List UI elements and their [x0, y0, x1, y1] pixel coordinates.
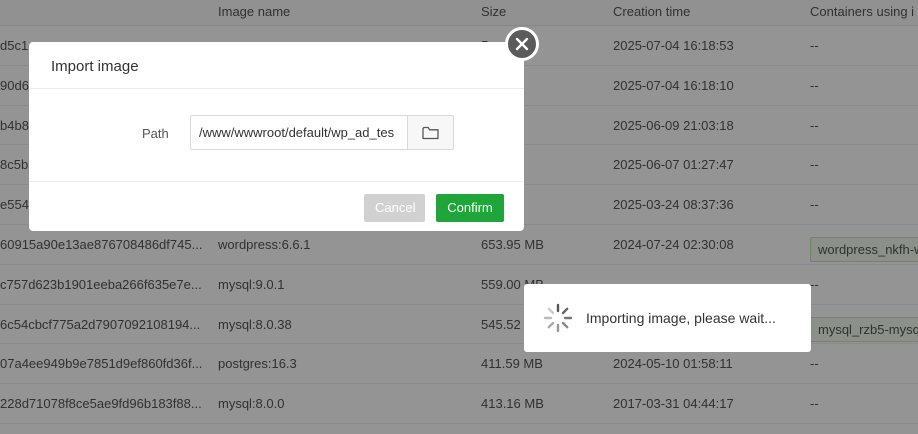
browse-folder-button[interactable] — [407, 116, 453, 149]
path-field-group — [190, 115, 454, 150]
dialog-title: Import image — [51, 58, 139, 75]
confirm-button[interactable]: Confirm — [436, 194, 504, 222]
spinner-icon — [543, 303, 573, 333]
dialog-header: Import image — [29, 42, 524, 89]
loading-toast: Importing image, please wait... — [524, 284, 811, 352]
path-label: Path — [142, 126, 169, 141]
toast-message: Importing image, please wait... — [586, 310, 776, 326]
cancel-button[interactable]: Cancel — [364, 194, 425, 222]
import-image-dialog: Import image Path Cancel Confirm — [29, 27, 539, 231]
path-input[interactable] — [191, 116, 408, 149]
folder-icon — [422, 126, 439, 139]
close-icon — [515, 37, 529, 51]
close-button[interactable] — [505, 27, 539, 61]
dialog-footer: Cancel Confirm — [29, 181, 524, 231]
